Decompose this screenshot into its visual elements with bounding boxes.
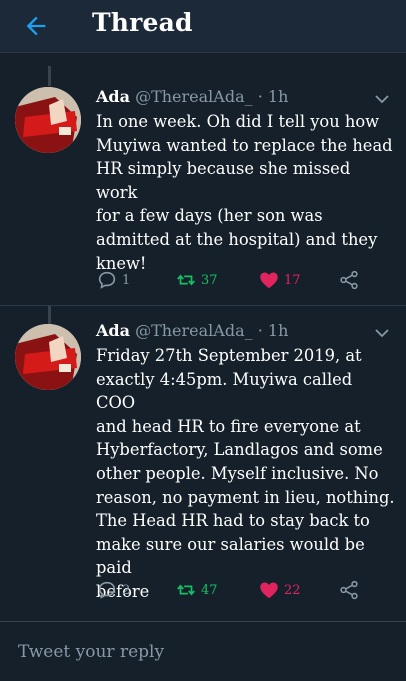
share-button[interactable]	[338, 578, 364, 602]
avatar[interactable]	[15, 324, 81, 390]
retweet-icon	[177, 584, 195, 596]
tweet-text: In one week. Oh did I tell you how Muyiw…	[96, 110, 396, 275]
share-icon	[340, 270, 358, 290]
separator-dot: ·	[257, 87, 263, 106]
like-count: 17	[284, 272, 301, 288]
chevron-down-icon	[375, 329, 389, 338]
heart-icon	[260, 272, 278, 289]
author-handle[interactable]: @TherealAda_	[135, 321, 253, 340]
reply-button[interactable]: 1	[96, 268, 130, 292]
retweet-icon	[177, 274, 195, 286]
tweet-line: HR simply because she missed work	[96, 159, 351, 202]
heart-icon	[260, 582, 278, 599]
top-bar: Thread	[0, 0, 406, 53]
tweet-line: Muyiwa wanted to replace the head	[96, 135, 393, 155]
tweet-line: other people. Myself inclusive. No	[96, 463, 379, 483]
tweet-header: Ada @TherealAda_ · 1h	[96, 87, 288, 106]
retweet-count: 47	[201, 582, 218, 598]
tweet-line: The Head HR had to stay back to	[96, 511, 370, 531]
author-name[interactable]: Ada	[96, 87, 130, 106]
tweet-text: Friday 27th September 2019, at exactly 4…	[96, 344, 396, 604]
reply-composer	[0, 621, 406, 681]
timestamp[interactable]: 1h	[268, 87, 288, 106]
like-count: 22	[284, 582, 301, 598]
divider	[0, 305, 406, 306]
reply-count: 1	[122, 272, 131, 288]
tweet-line: and head HR to fire everyone at	[96, 416, 361, 436]
thread-line	[48, 66, 51, 86]
separator-dot: ·	[257, 321, 263, 340]
tweet-line: reason, no payment in lieu, nothing.	[96, 487, 395, 507]
like-button[interactable]: 17	[258, 268, 301, 292]
tweet-line: admitted at the hospital) and they	[96, 229, 378, 249]
tweet-line: In one week. Oh did I tell you how	[96, 112, 380, 131]
avatar-image	[15, 324, 81, 390]
avatar[interactable]	[15, 87, 81, 153]
retweet-button[interactable]: 37	[175, 268, 218, 292]
avatar-image	[15, 87, 81, 153]
reply-button[interactable]: 2	[96, 578, 130, 602]
author-name[interactable]: Ada	[96, 321, 130, 340]
author-handle[interactable]: @TherealAda_	[135, 87, 253, 106]
tweet-line: make sure our salaries would be paid	[96, 534, 365, 578]
page-title: Thread	[92, 8, 193, 37]
comment-icon	[98, 271, 116, 289]
tweet-menu-button[interactable]	[373, 90, 391, 108]
chevron-down-icon	[375, 95, 389, 104]
reply-input[interactable]	[16, 639, 390, 665]
tweet-line: Friday 27th September 2019, at	[96, 346, 362, 365]
share-icon	[340, 580, 358, 600]
reply-count: 2	[122, 582, 131, 598]
share-button[interactable]	[338, 268, 364, 292]
back-button[interactable]	[22, 12, 50, 40]
tweet-line: Hyberfactory, Landlagos and some	[96, 440, 383, 460]
arrow-left-icon	[26, 16, 46, 36]
tweet-menu-button[interactable]	[373, 324, 391, 342]
like-button[interactable]: 22	[258, 578, 301, 602]
thread-line	[48, 306, 51, 324]
comment-icon	[98, 581, 116, 599]
timestamp[interactable]: 1h	[268, 321, 288, 340]
retweet-button[interactable]: 47	[175, 578, 218, 602]
tweet-header: Ada @TherealAda_ · 1h	[96, 321, 288, 340]
tweet-line: exactly 4:45pm. Muyiwa called COO	[96, 369, 353, 413]
retweet-count: 37	[201, 272, 218, 288]
tweet-line: for a few days (her son was	[96, 206, 323, 226]
